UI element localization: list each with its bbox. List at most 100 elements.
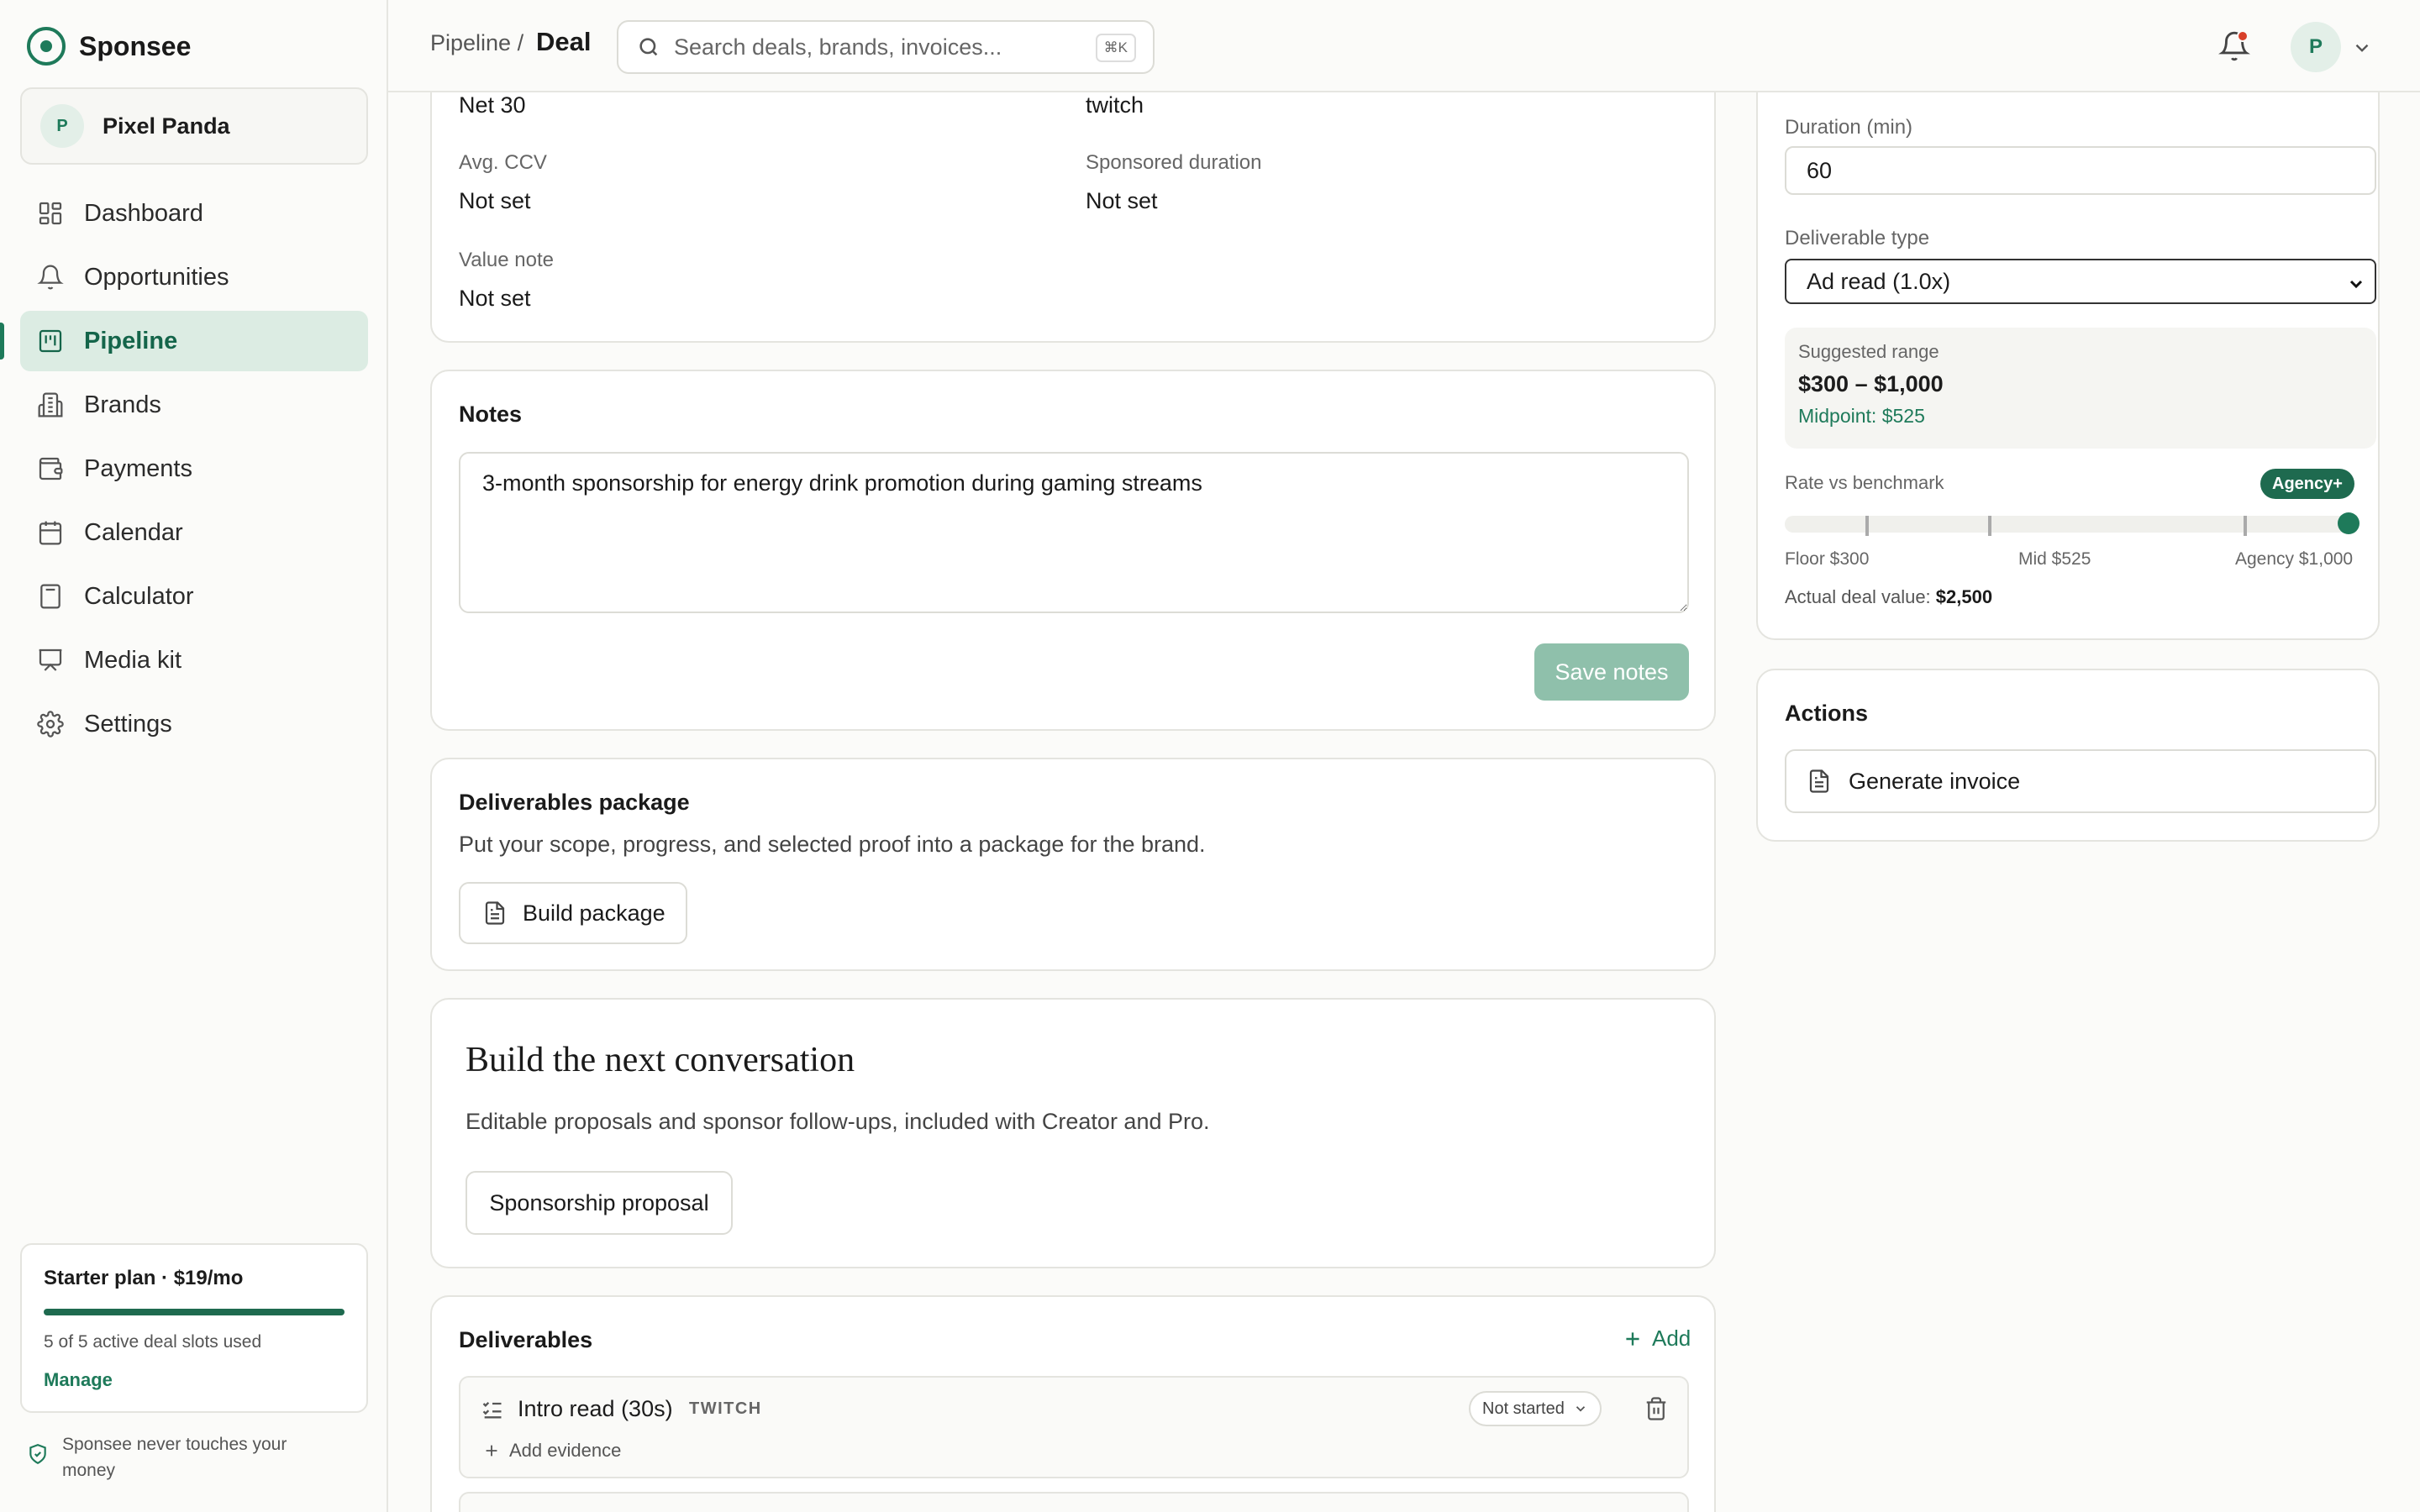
payment-terms-value: Net 30 [459, 92, 526, 118]
duration-input[interactable] [1785, 146, 2376, 195]
deliverable-row: Intro read (30s) TWITCH Not started Add … [459, 1376, 1689, 1478]
sidebar-item-label: Settings [84, 710, 172, 738]
benchmark-agency-tick [2244, 516, 2247, 536]
deliverable-name: Intro read (30s) [518, 1396, 673, 1421]
add-deliverable-button[interactable]: Add [1622, 1326, 1691, 1352]
deliverable-type-label: Deliverable type [1785, 227, 1930, 249]
sidebar-item-brands[interactable]: Brands [20, 375, 368, 435]
value-note-label: Value note [459, 249, 554, 271]
generate-invoice-button[interactable]: Generate invoice [1785, 749, 2376, 813]
platform-value: twitch [1086, 92, 1144, 118]
calculator-icon [40, 584, 60, 609]
deliverable-row [459, 1492, 1689, 1512]
benchmark-mid-label: Mid $525 [2018, 549, 2091, 569]
sidebar-item-pipeline[interactable]: Pipeline [0, 311, 368, 371]
actual-deal-label: Actual deal value: [1785, 586, 1931, 607]
delete-deliverable-button[interactable] [1644, 1396, 1669, 1425]
topbar: Pipeline / Deal ⌘K P [388, 0, 2420, 92]
sidebar-item-label: Media kit [84, 646, 182, 674]
breadcrumb-parent[interactable]: Pipeline / [430, 30, 523, 56]
add-evidence-label: Add evidence [509, 1440, 622, 1461]
brand[interactable]: Sponsee [27, 27, 191, 66]
sidebar-item-calendar[interactable]: Calendar [20, 502, 368, 563]
file-icon [485, 901, 505, 925]
avg-ccv-label: Avg. CCV [459, 151, 547, 174]
deliverables-title: Deliverables [459, 1327, 593, 1352]
deliverables-package-card: Deliverables package Put your scope, pro… [430, 758, 1716, 971]
deliverable-type-select[interactable]: Ad read (1.0x) [1785, 259, 2376, 304]
sidebar-item-payments[interactable]: Payments [20, 438, 368, 499]
search-input[interactable] [674, 34, 1094, 60]
presentation-icon [39, 648, 62, 671]
kanban-icon [39, 329, 62, 353]
chevron-down-icon [1576, 1406, 1585, 1412]
account-avatar: P [40, 104, 84, 148]
sidebar-item-dashboard[interactable]: Dashboard [20, 183, 368, 244]
plan-usage-text: 5 of 5 active deal slots used [44, 1332, 262, 1352]
suggested-midpoint: Midpoint: $525 [1798, 405, 1925, 427]
safety-note-text: Sponsee never touches your money [62, 1435, 287, 1480]
actual-deal-amount: $2,500 [1935, 586, 1993, 607]
sidebar-item-label: Opportunities [84, 263, 229, 291]
wallet-icon [39, 457, 63, 480]
conversation-description: Editable proposals and sponsor follow-up… [466, 1109, 1210, 1134]
benchmark-agency-label: Agency $1,000 [2235, 549, 2354, 569]
save-notes-button[interactable]: Save notes [1534, 643, 1689, 701]
deliverable-type-value: Ad read (1.0x) [1807, 268, 1951, 294]
add-evidence-button[interactable]: Add evidence [482, 1440, 621, 1462]
account-switcher[interactable]: P Pixel Panda [20, 87, 368, 165]
notes-title: Notes [459, 402, 523, 427]
deliverable-icon [481, 1398, 504, 1425]
plan-card: Starter plan · $19/mo 5 of 5 active deal… [20, 1243, 368, 1413]
benchmark-floor-tick [1865, 516, 1869, 536]
file-icon [1809, 769, 1829, 793]
sponsored-duration-label: Sponsored duration [1086, 151, 1262, 174]
notifications-button[interactable] [2218, 30, 2250, 62]
search-icon [639, 38, 658, 56]
search-bar[interactable]: ⌘K [617, 20, 1155, 74]
benchmark-label: Rate vs benchmark [1785, 472, 1944, 493]
plus-icon [486, 1445, 497, 1457]
notes-textarea[interactable]: 3-month sponsorship for energy drink pro… [459, 452, 1689, 613]
trash-icon [1646, 1397, 1666, 1420]
add-deliverable-label: Add [1652, 1326, 1691, 1351]
benchmark-floor-label: Floor $300 [1785, 549, 1870, 569]
sponsee-logo-icon [27, 27, 66, 66]
deliverables-card: Deliverables Add Intro read (30s) TWITCH… [430, 1295, 1716, 1512]
sidebar-item-label: Pipeline [84, 327, 178, 354]
generate-invoice-label: Generate invoice [1849, 768, 2021, 794]
sidebar-item-label: Calculator [84, 582, 194, 610]
value-note-value: Not set [459, 286, 531, 311]
bell-icon [37, 265, 64, 290]
plan-usage-fill [44, 1309, 345, 1315]
deliverable-status-select[interactable]: Not started [1469, 1391, 1602, 1426]
sidebar-item-media-kit[interactable]: Media kit [20, 630, 368, 690]
sidebar: Sponsee P Pixel Panda Dashboard Opportun… [0, 0, 388, 1512]
safety-note: Sponsee never touches your money [27, 1431, 363, 1483]
sidebar-item-settings[interactable]: Settings [20, 694, 368, 754]
benchmark-badge: Agency+ [2260, 469, 2354, 499]
rate-calculator-card: Duration (min) Deliverable type Ad read … [1756, 34, 2380, 640]
build-package-label: Build package [523, 900, 666, 926]
gear-icon [37, 711, 64, 738]
build-package-button[interactable]: Build package [459, 882, 687, 944]
manage-plan-link[interactable]: Manage [44, 1369, 345, 1391]
sponsorship-proposal-button[interactable]: Sponsorship proposal [466, 1171, 733, 1235]
next-conversation-card: Build the next conversation Editable pro… [430, 998, 1716, 1268]
suggested-range-value: $300 – $1,000 [1798, 371, 1944, 396]
sidebar-item-label: Payments [84, 454, 192, 482]
shield-check-icon [29, 1444, 46, 1465]
user-avatar[interactable]: P [2291, 22, 2341, 72]
plan-usage-bar [44, 1309, 345, 1315]
sidebar-item-label: Calendar [84, 518, 183, 546]
sidebar-nav: Dashboard Opportunities Pipeline Brands … [0, 183, 368, 758]
sponsored-duration-value: Not set [1086, 188, 1158, 213]
suggested-range-box: Suggested range $300 – $1,000 Midpoint: … [1785, 328, 2376, 449]
notification-dot [2237, 30, 2249, 42]
notes-card: Notes 3-month sponsorship for energy dri… [430, 370, 1716, 731]
package-description: Put your scope, progress, and selected p… [459, 832, 1206, 857]
sidebar-item-calculator[interactable]: Calculator [20, 566, 368, 627]
duration-label: Duration (min) [1785, 116, 1913, 139]
sidebar-item-opportunities[interactable]: Opportunities [20, 247, 368, 307]
user-menu-toggle[interactable] [2351, 37, 2373, 59]
